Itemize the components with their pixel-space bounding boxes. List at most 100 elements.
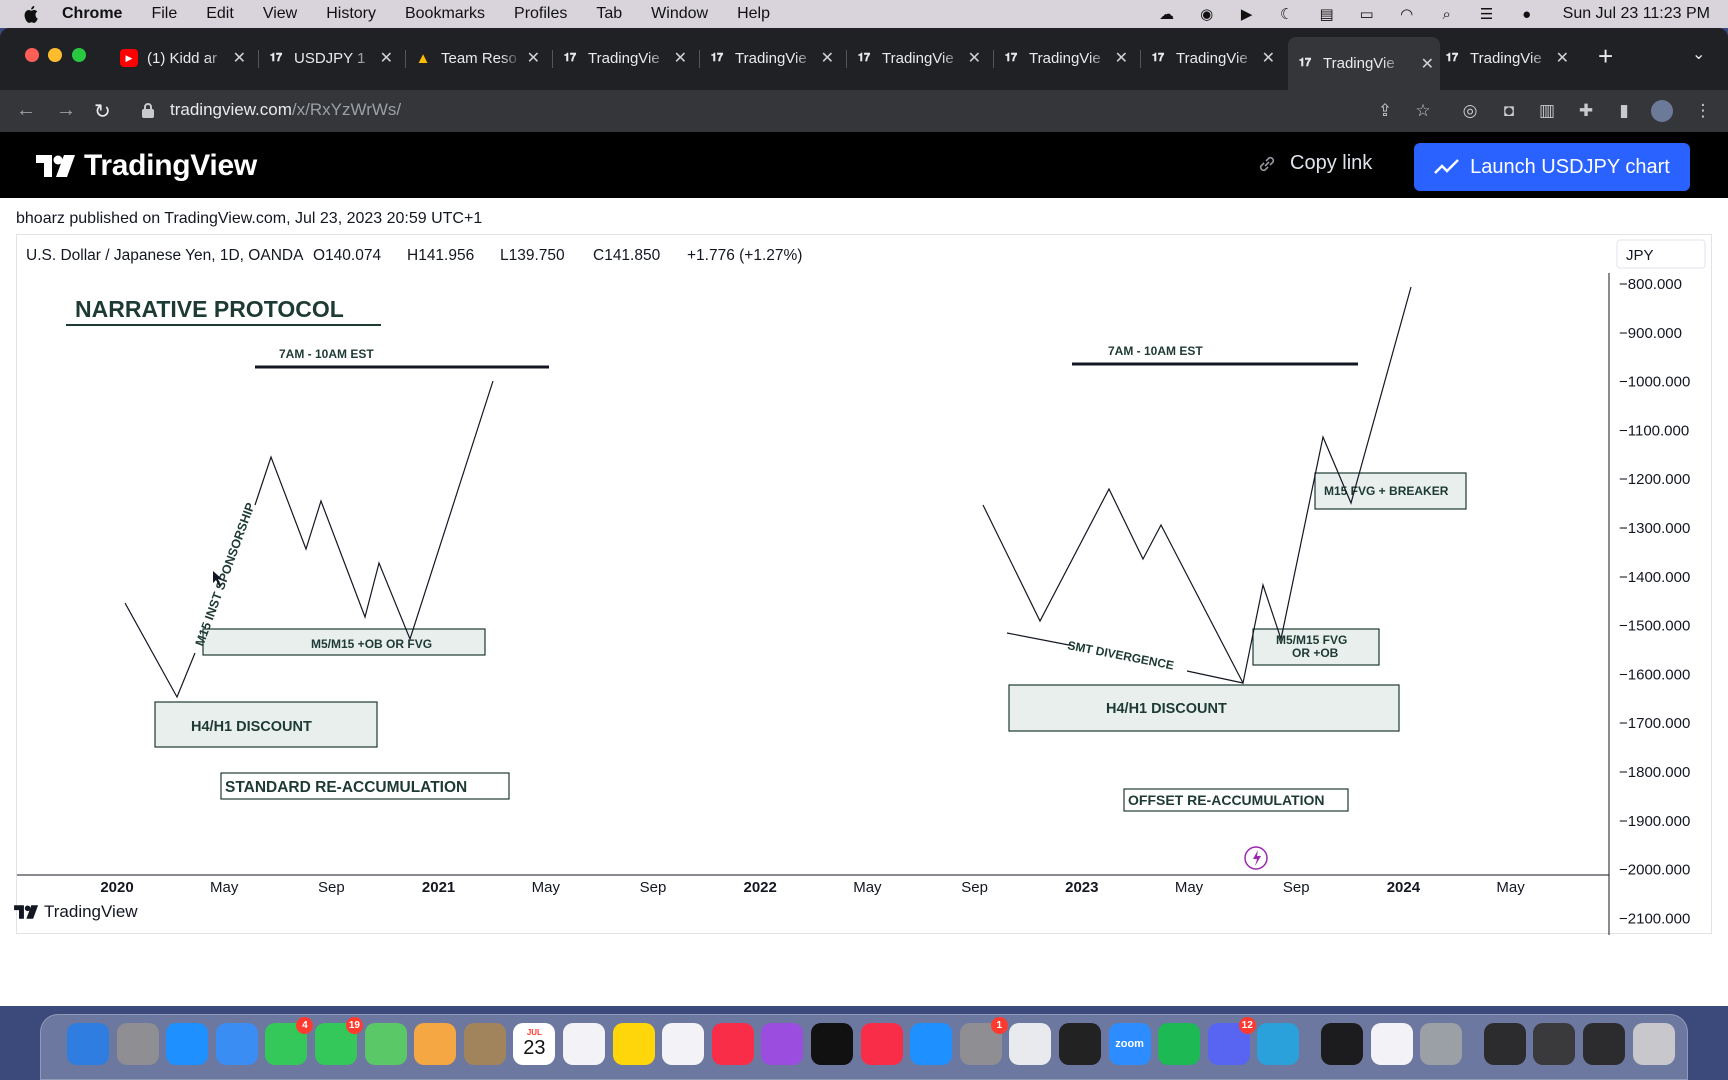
browser-tab[interactable]: 𝟏𝟕 TradingVie ✕ — [708, 43, 840, 73]
facetime-icon[interactable]: 4 — [265, 1017, 314, 1065]
quicktime-icon[interactable] — [1420, 1023, 1463, 1065]
screenshot-thumbnail-1[interactable] — [1483, 1023, 1526, 1065]
launch-chart-button[interactable]: Launch USDJPY chart — [1414, 143, 1690, 191]
menu-history[interactable]: History — [326, 5, 376, 23]
lock-icon[interactable] — [141, 102, 155, 118]
close-tab-icon[interactable]: ✕ — [380, 48, 393, 68]
close-tab-icon[interactable]: ✕ — [233, 48, 246, 68]
search-icon[interactable]: ⌕ — [1437, 6, 1457, 23]
browser-tab[interactable]: 𝟏𝟕 TradingVie ✕ — [1443, 43, 1575, 73]
control-center-icon[interactable]: ☰ — [1477, 6, 1497, 23]
close-tab-icon[interactable]: ✕ — [674, 48, 687, 68]
calendar-icon[interactable]: JUL 23 — [513, 1023, 556, 1065]
zoom-window-button[interactable] — [72, 48, 86, 62]
browser-tab[interactable]: ▶ (1) Kidd ar ✕ — [120, 43, 252, 73]
menu-edit[interactable]: Edit — [206, 5, 234, 23]
telegram-icon[interactable] — [1257, 1023, 1300, 1065]
menu-window[interactable]: Window — [651, 5, 708, 23]
creative-cloud-icon[interactable]: ☁ — [1157, 6, 1177, 23]
close-tab-icon[interactable]: ✕ — [1421, 54, 1434, 74]
keyboard-icon[interactable]: ▤ — [1317, 6, 1337, 23]
tradingview-footer-text[interactable]: TradingView — [44, 902, 138, 922]
battery-icon[interactable]: ▭ — [1357, 6, 1377, 23]
menu-view[interactable]: View — [263, 5, 297, 23]
grammarly-extension-icon[interactable]: ◎ — [1459, 100, 1481, 122]
grammarly-icon[interactable]: ◉ — [1197, 6, 1217, 23]
browser-tab[interactable]: 𝟏𝟕 TradingVie ✕ — [855, 43, 987, 73]
share-icon[interactable]: ⇪ — [1374, 100, 1396, 122]
chrome-menu-icon[interactable]: ⋮ — [1692, 100, 1714, 122]
menu-profiles[interactable]: Profiles — [514, 5, 567, 23]
menu-app-name[interactable]: Chrome — [62, 5, 122, 23]
browser-tab[interactable]: 𝟏𝟕 TradingVie ✕ — [1002, 43, 1134, 73]
tradingview-extension-icon[interactable]: ▥ — [1536, 100, 1558, 122]
chrome-icon[interactable] — [1009, 1023, 1052, 1065]
close-tab-icon[interactable]: ✕ — [968, 48, 981, 68]
copy-link-button[interactable]: Copy link — [1256, 152, 1372, 175]
tab-search-chevron-icon[interactable]: ⌄ — [1692, 44, 1705, 64]
reload-button[interactable]: ↻ — [94, 99, 111, 124]
price-axis[interactable]: −800.000 −900.000 −1000.000 −1100.000 −1200.… — [1619, 276, 1690, 927]
browser-tab[interactable]: 𝟏𝟕 TradingVie ✕ — [1149, 43, 1281, 73]
mail-icon[interactable] — [215, 1023, 258, 1065]
screenshot-thumbnail-3[interactable] — [1583, 1023, 1625, 1065]
screenshot-thumbnail-2[interactable] — [1533, 1023, 1576, 1065]
news-icon[interactable] — [860, 1023, 903, 1065]
maps-icon[interactable] — [364, 1023, 407, 1065]
address-bar[interactable]: tradingview.com/x/RxYzWrWs/ — [170, 100, 401, 120]
apple-menu-icon[interactable] — [22, 4, 42, 24]
obs-icon[interactable] — [1059, 1023, 1101, 1065]
messages-icon[interactable]: 19 — [315, 1017, 363, 1065]
focus-moon-icon[interactable]: ☾ — [1277, 6, 1297, 23]
minimize-window-button[interactable] — [48, 48, 62, 62]
safari-icon[interactable] — [166, 1023, 209, 1065]
contacts-icon[interactable] — [463, 1023, 506, 1065]
trash-icon[interactable] — [1632, 1023, 1675, 1065]
browser-tab[interactable]: 𝟏𝟕 USDJPY 1 ✕ — [267, 43, 399, 73]
launchpad-icon[interactable] — [116, 1023, 159, 1065]
browser-tab[interactable]: 𝟏𝟕 TradingVie ✕ — [1288, 37, 1440, 90]
tv-icon[interactable] — [811, 1023, 853, 1065]
discord-icon[interactable]: 12 — [1207, 1017, 1256, 1065]
side-panel-icon[interactable]: ▮ — [1613, 100, 1635, 122]
photos-icon[interactable] — [414, 1023, 457, 1065]
close-tab-icon[interactable]: ✕ — [1556, 48, 1569, 68]
freeform-icon[interactable] — [662, 1023, 705, 1065]
browser-tab[interactable]: 𝟏𝟕 TradingVie ✕ — [561, 43, 693, 73]
new-tab-button[interactable]: + — [1598, 41, 1613, 72]
menubar-clock[interactable]: Sun Jul 23 11:23 PM — [1563, 5, 1710, 23]
siri-icon[interactable]: ● — [1517, 6, 1537, 23]
back-button[interactable]: ← — [16, 99, 36, 122]
podcasts-icon[interactable] — [761, 1023, 804, 1065]
close-tab-icon[interactable]: ✕ — [1115, 48, 1128, 68]
textedit-icon[interactable] — [1370, 1023, 1413, 1065]
extensions-puzzle-icon[interactable]: ✚ — [1575, 100, 1597, 122]
spotify-icon[interactable] — [1158, 1023, 1201, 1065]
activity-monitor-icon[interactable] — [1321, 1023, 1363, 1065]
menu-tab[interactable]: Tab — [596, 5, 622, 23]
music-icon[interactable] — [711, 1023, 754, 1065]
wifi-icon[interactable]: ◠ — [1397, 6, 1417, 23]
time-axis[interactable]: 2020 May Sep 2021 May Sep 2022 May Sep 2023 May Sep… — [100, 879, 1525, 896]
profile-avatar[interactable] — [1651, 100, 1673, 122]
reminders-icon[interactable] — [563, 1023, 605, 1065]
browser-tab[interactable]: ▲ Team Reso ✕ — [414, 43, 546, 73]
menu-bookmarks[interactable]: Bookmarks — [405, 5, 485, 23]
close-tab-icon[interactable]: ✕ — [821, 48, 834, 68]
forward-button[interactable]: → — [56, 99, 76, 122]
notes-icon[interactable] — [612, 1023, 655, 1065]
bookmark-star-icon[interactable]: ☆ — [1412, 100, 1434, 122]
camera-extension-icon[interactable]: ◘ — [1498, 100, 1520, 122]
zoom-icon[interactable]: zoom — [1108, 1023, 1151, 1065]
close-tab-icon[interactable]: ✕ — [527, 48, 540, 68]
finder-icon[interactable] — [67, 1023, 109, 1065]
app-store-icon[interactable] — [910, 1023, 953, 1065]
menu-file[interactable]: File — [151, 5, 177, 23]
chart-canvas[interactable]: U.S. Dollar / Japanese Yen, 1D, OANDA O1… — [17, 235, 1713, 935]
tradingview-logo[interactable]: TradingView — [36, 149, 257, 183]
system-settings-icon[interactable]: 1 — [959, 1017, 1008, 1065]
play-icon[interactable]: ▶ — [1237, 6, 1257, 23]
close-tab-icon[interactable]: ✕ — [1262, 48, 1275, 68]
menu-help[interactable]: Help — [737, 5, 770, 23]
close-window-button[interactable] — [25, 48, 39, 62]
